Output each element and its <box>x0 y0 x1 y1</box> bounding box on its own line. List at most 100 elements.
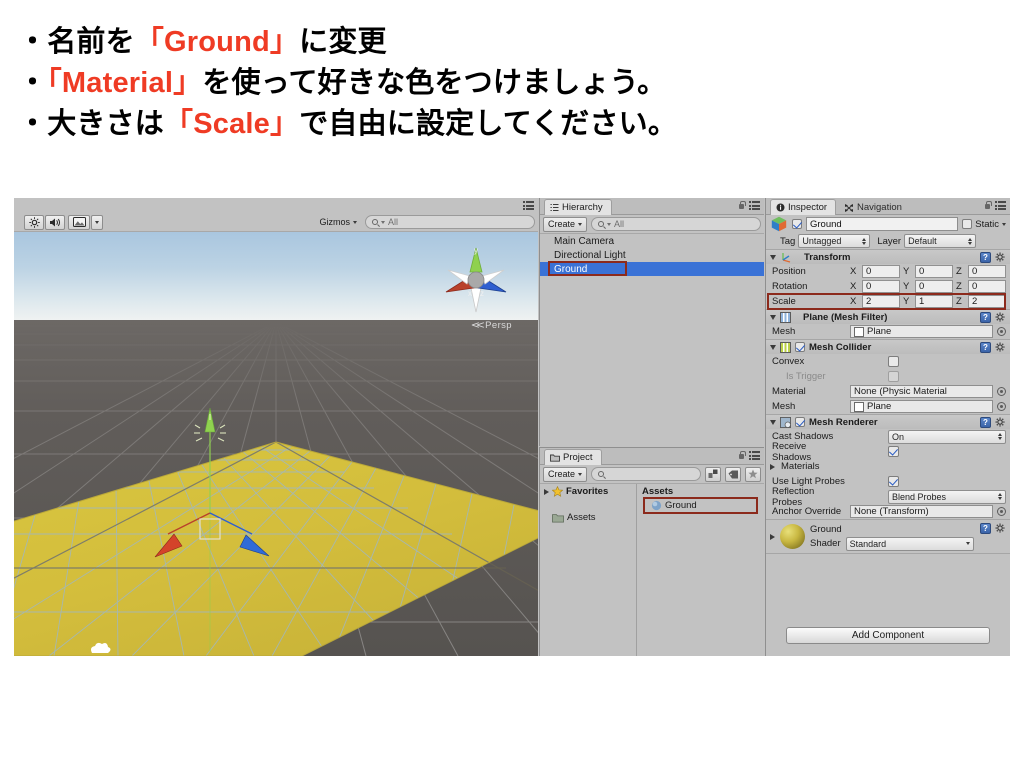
anchor-override-field[interactable]: None (Transform) <box>850 505 993 518</box>
panel-menu-icon[interactable] <box>523 201 534 210</box>
component-header-transform[interactable]: Transform <box>766 249 1010 264</box>
object-picker-button[interactable] <box>997 507 1006 516</box>
chevron-right-icon[interactable] <box>770 533 775 540</box>
use-light-probes-checkbox[interactable] <box>888 476 899 487</box>
chevron-down-icon[interactable] <box>770 344 776 350</box>
object-picker-button[interactable] <box>997 327 1006 336</box>
filter-by-label-button[interactable] <box>725 466 741 482</box>
axis-label-z: Z <box>956 281 962 292</box>
static-checkbox[interactable] <box>962 219 973 229</box>
position-y-input[interactable]: 0 <box>915 265 953 278</box>
panel-menu-icon[interactable] <box>749 451 760 460</box>
scene-orientation-gizmo[interactable]: x z y <box>440 244 512 316</box>
project-toolbar[interactable]: Create <box>540 465 764 484</box>
convex-checkbox[interactable] <box>888 356 899 367</box>
mesh-collider-mesh-field[interactable]: Plane <box>850 400 993 413</box>
lock-icon[interactable] <box>984 201 992 210</box>
scene-toolbar[interactable]: Gizmos All <box>14 213 538 232</box>
object-picker-button[interactable] <box>997 387 1006 396</box>
object-name-input[interactable]: Ground <box>806 217 959 231</box>
scene-fx-toggle[interactable] <box>68 214 90 230</box>
project-tree-item-favorites[interactable]: Favorites <box>540 484 636 499</box>
scene-search-input[interactable]: All <box>365 215 535 229</box>
hierarchy-item-ground[interactable]: Ground <box>540 262 764 276</box>
lock-icon[interactable] <box>738 201 746 210</box>
project-search-input[interactable] <box>591 467 701 481</box>
component-header-mesh-collider[interactable]: Mesh Collider <box>766 339 1010 354</box>
add-component-button[interactable]: Add Component <box>786 627 990 644</box>
panel-menu-icon[interactable] <box>749 201 760 210</box>
rotation-y-input[interactable]: 0 <box>915 280 953 293</box>
hierarchy-item-main-camera[interactable]: Main Camera <box>540 234 764 248</box>
physic-material-field[interactable]: None (Physic Material <box>850 385 993 398</box>
materials-foldout-row[interactable]: Materials <box>766 459 1010 474</box>
scene-fx-dropdown[interactable] <box>91 214 103 230</box>
filter-by-type-button[interactable] <box>705 466 721 482</box>
gear-icon[interactable] <box>995 252 1006 263</box>
gear-icon[interactable] <box>995 312 1006 323</box>
help-icon[interactable] <box>980 311 991 323</box>
help-icon[interactable] <box>980 416 991 428</box>
help-icon[interactable] <box>980 341 991 353</box>
chevron-right-icon[interactable] <box>770 463 775 470</box>
hierarchy-panel-controls[interactable] <box>738 201 760 210</box>
project-panel-controls[interactable] <box>738 451 760 460</box>
static-toggle-group[interactable]: Static <box>962 219 1006 230</box>
object-active-checkbox[interactable] <box>792 219 802 229</box>
lock-icon[interactable] <box>738 451 746 460</box>
scene-viewport[interactable]: x z y ≪Persp <box>14 232 538 656</box>
hierarchy-create-button[interactable]: Create <box>543 216 588 232</box>
mesh-filter-mesh-field[interactable]: Plane <box>850 325 993 338</box>
project-create-button[interactable]: Create <box>543 466 588 482</box>
component-header-mesh-filter[interactable]: Plane (Mesh Filter) <box>766 309 1010 324</box>
scene-lighting-toggle[interactable] <box>24 214 44 230</box>
scene-projection-label[interactable]: ≪Persp <box>471 320 512 331</box>
position-x-input[interactable]: 0 <box>862 265 900 278</box>
project-tree[interactable]: Favorites Assets <box>540 484 637 656</box>
layer-dropdown[interactable]: Default <box>904 234 977 248</box>
tag-dropdown[interactable]: Untagged <box>798 234 871 248</box>
tab-navigation[interactable]: Navigation <box>838 199 911 215</box>
project-tree-item-assets[interactable]: Assets <box>540 510 636 525</box>
position-z-input[interactable]: 0 <box>968 265 1006 278</box>
project-assets-pane[interactable]: Assets Ground <box>637 484 764 656</box>
object-picker-button[interactable] <box>997 402 1006 411</box>
receive-shadows-checkbox[interactable] <box>888 446 899 457</box>
scale-x-input[interactable]: 2 <box>862 295 900 308</box>
mesh-collider-enabled-checkbox[interactable] <box>795 342 805 352</box>
hierarchy-item-directional-light[interactable]: Directional Light <box>540 248 764 262</box>
scene-gizmos-dropdown[interactable]: Gizmos <box>315 215 361 230</box>
scene-audio-toggle[interactable] <box>45 214 65 230</box>
component-header-mesh-renderer[interactable]: Mesh Renderer <box>766 414 1010 429</box>
chevron-down-icon[interactable] <box>770 419 776 425</box>
chevron-down-icon[interactable] <box>770 254 776 260</box>
tab-hierarchy[interactable]: Hierarchy <box>544 199 612 215</box>
mesh-renderer-enabled-checkbox[interactable] <box>795 417 805 427</box>
scale-z-input[interactable]: 2 <box>968 295 1006 308</box>
inspector-panel-controls[interactable] <box>984 201 1006 210</box>
reflection-probes-dropdown[interactable]: Blend Probes <box>888 489 1006 504</box>
rotation-z-input[interactable]: 0 <box>968 280 1006 293</box>
chevron-right-icon[interactable] <box>544 488 549 495</box>
gear-icon[interactable] <box>995 342 1006 353</box>
favorites-filter-button[interactable] <box>745 466 761 482</box>
material-preview-block[interactable]: Ground Shader Standard <box>766 519 1010 553</box>
cast-shadows-dropdown[interactable]: On <box>888 429 1006 444</box>
project-asset-ground[interactable]: Ground <box>637 498 764 513</box>
chevron-down-icon[interactable] <box>1002 222 1006 226</box>
help-icon[interactable] <box>980 523 991 534</box>
tab-inspector[interactable]: Inspector <box>770 199 837 215</box>
shader-dropdown[interactable]: Standard <box>845 536 974 551</box>
hierarchy-toolbar[interactable]: Create All <box>540 215 764 234</box>
help-icon[interactable] <box>980 251 991 263</box>
tab-project[interactable]: Project <box>544 449 602 465</box>
chevron-down-icon[interactable] <box>770 314 776 320</box>
panel-menu-icon[interactable] <box>995 201 1006 210</box>
gear-icon[interactable] <box>995 417 1006 428</box>
hierarchy-tree[interactable]: Main Camera Directional Light Ground <box>540 234 764 446</box>
scale-y-input[interactable]: 1 <box>915 295 953 308</box>
scene-panel-menu[interactable] <box>523 201 534 210</box>
gear-icon[interactable] <box>995 523 1006 534</box>
rotation-x-input[interactable]: 0 <box>862 280 900 293</box>
hierarchy-search-input[interactable]: All <box>591 217 761 231</box>
